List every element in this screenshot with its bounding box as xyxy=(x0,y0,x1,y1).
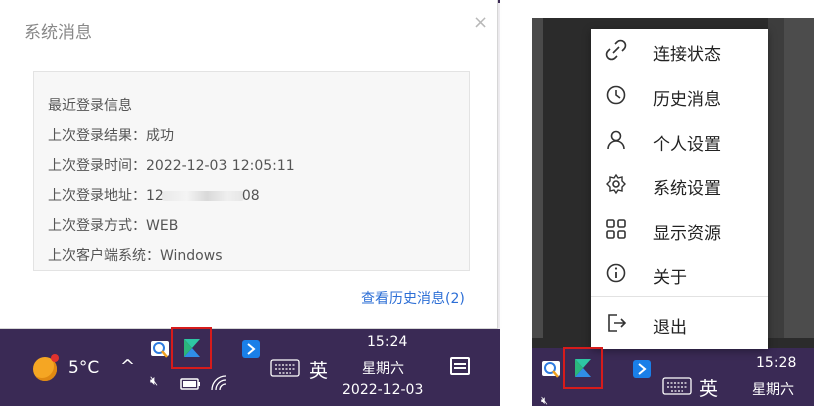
row-value-suffix: 08 xyxy=(241,188,260,204)
grid-icon xyxy=(606,219,626,239)
dialog-title: 系统消息 xyxy=(24,23,92,43)
menu-item-label: 历史消息 xyxy=(653,90,721,110)
row-label: 上次客户端系统： xyxy=(48,248,160,264)
redacted-blur xyxy=(161,191,244,201)
bluetooth-icon[interactable] xyxy=(242,340,260,358)
row-label: 上次登录时间： xyxy=(48,158,146,174)
background-window xyxy=(532,18,543,338)
row-label: 上次登录地址： xyxy=(48,188,146,204)
clock-weekday[interactable]: 星期六 xyxy=(752,379,794,399)
link-icon xyxy=(605,39,627,61)
row-value: 2022-12-03 12:05:11 xyxy=(146,158,295,174)
app-s-icon[interactable] xyxy=(180,336,204,360)
weather-temp[interactable]: 5°C xyxy=(68,358,99,378)
row-value: 成功 xyxy=(146,128,174,144)
tray-context-menu: 连接状态 历史消息 个人设置 系统设置 显示资源 关于 退出 xyxy=(591,29,768,349)
menu-item-label: 显示资源 xyxy=(653,224,721,244)
clock-time[interactable]: 15:24 xyxy=(367,334,407,350)
keyboard-icon[interactable] xyxy=(662,377,692,395)
background-window xyxy=(784,18,814,338)
menu-item-label: 关于 xyxy=(653,268,687,288)
client-os-row: 上次客户端系统：Windows xyxy=(48,245,223,265)
logout-icon xyxy=(608,314,627,332)
row-label: 上次登录结果： xyxy=(48,128,146,144)
clock-time[interactable]: 15:28 xyxy=(756,355,796,371)
menu-item-label: 系统设置 xyxy=(653,179,721,199)
menu-item-system-settings[interactable]: 系统设置 xyxy=(591,163,768,207)
bluetooth-icon[interactable] xyxy=(633,360,651,378)
quicksearch-icon[interactable] xyxy=(541,360,563,380)
weather-alert-dot xyxy=(51,354,59,362)
row-label: 上次登录方式： xyxy=(48,218,146,234)
clock-icon xyxy=(606,85,626,105)
clock-weekday[interactable]: 星期六 xyxy=(362,358,404,378)
ime-indicator[interactable]: 英 xyxy=(699,374,718,401)
menu-item-label: 退出 xyxy=(653,318,687,338)
menu-item-about[interactable]: 关于 xyxy=(591,252,768,296)
clock-date[interactable]: 2022-12-03 xyxy=(342,382,423,398)
menu-item-show-resources[interactable]: 显示资源 xyxy=(591,208,768,252)
menu-item-exit[interactable]: 退出 xyxy=(591,302,768,346)
notification-icon[interactable] xyxy=(450,357,470,375)
menu-item-message-history[interactable]: 历史消息 xyxy=(591,74,768,118)
gear-icon xyxy=(606,173,626,195)
menu-item-label: 个人设置 xyxy=(653,135,721,155)
menu-item-connection-status[interactable]: 连接状态 xyxy=(591,29,768,73)
login-info-box: 最近登录信息 上次登录结果：成功 上次登录时间：2022-12-03 12:05… xyxy=(33,71,470,271)
login-address-row: 上次登录地址：12 08 xyxy=(48,185,260,205)
info-icon xyxy=(606,263,626,283)
app-s-icon[interactable] xyxy=(571,356,595,380)
row-value: Windows xyxy=(160,248,223,264)
row-value: WEB xyxy=(146,218,179,234)
quicksearch-icon[interactable] xyxy=(150,340,172,360)
login-result-row: 上次登录结果：成功 xyxy=(48,125,174,145)
login-time-row: 上次登录时间：2022-12-03 12:05:11 xyxy=(48,155,295,175)
volume-mute-icon[interactable]: 🔇︎ xyxy=(150,374,158,389)
ime-indicator[interactable]: 英 xyxy=(309,356,328,383)
info-title: 最近登录信息 xyxy=(48,98,132,114)
login-method-row: 上次登录方式：WEB xyxy=(48,215,178,235)
chevron-up-icon[interactable]: ^ xyxy=(120,356,135,377)
menu-item-personal-settings[interactable]: 个人设置 xyxy=(591,119,768,163)
user-icon xyxy=(607,130,625,150)
system-message-dialog: 系统消息 × 最近登录信息 上次登录结果：成功 上次登录时间：2022-12-0… xyxy=(0,0,498,329)
keyboard-icon[interactable] xyxy=(270,359,300,377)
menu-item-label: 连接状态 xyxy=(653,45,721,65)
view-history-link[interactable]: 查看历史消息(2) xyxy=(361,288,465,308)
battery-icon[interactable] xyxy=(180,378,202,390)
wifi-icon[interactable] xyxy=(210,374,230,392)
close-icon[interactable]: × xyxy=(473,12,488,33)
menu-divider xyxy=(591,296,768,297)
